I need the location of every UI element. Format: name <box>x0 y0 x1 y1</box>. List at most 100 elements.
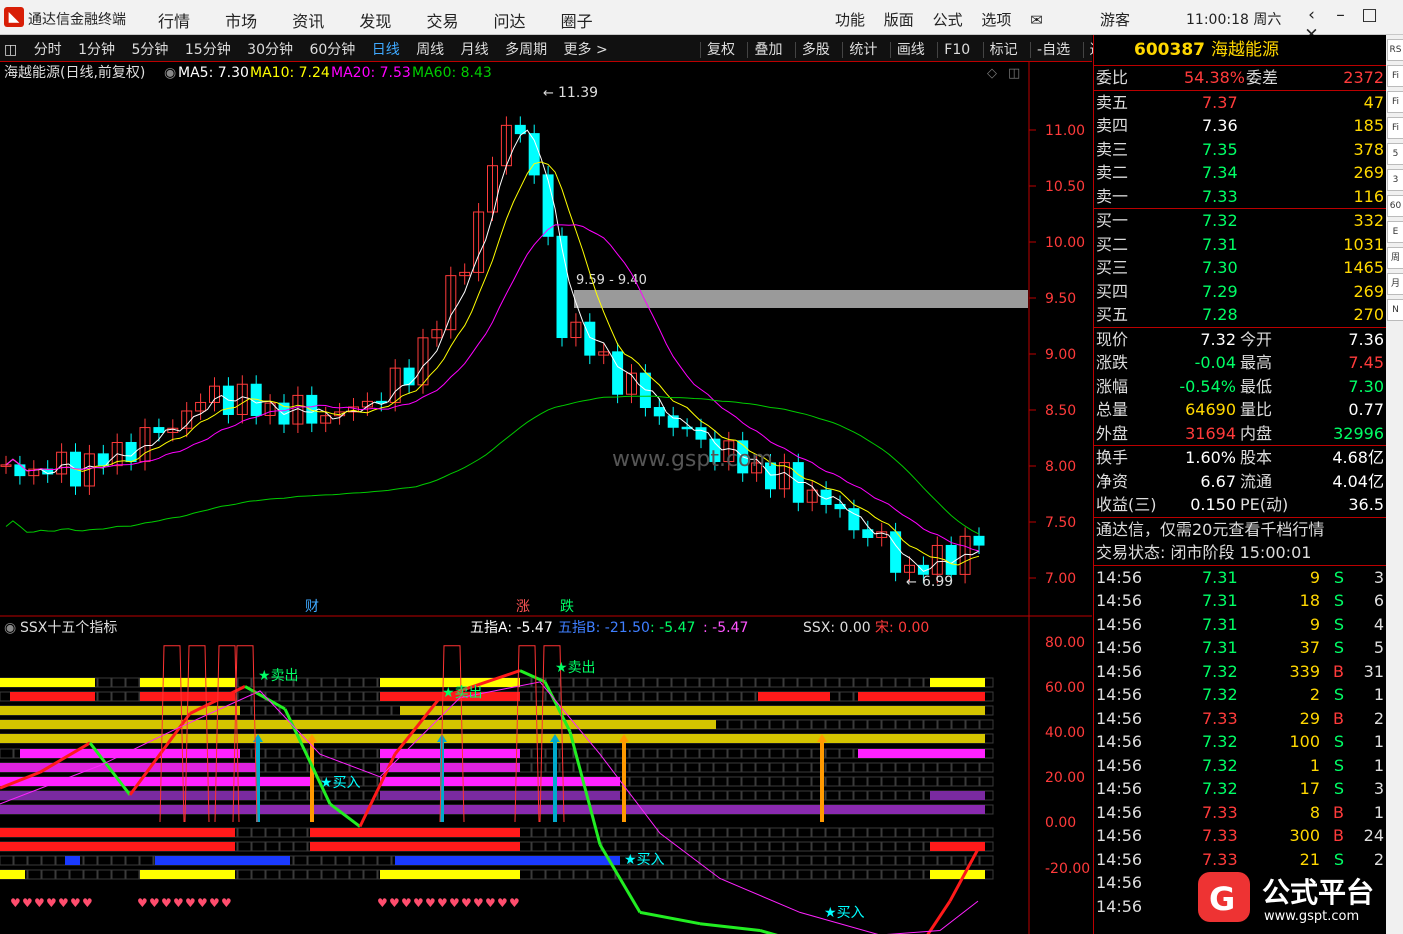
band-segment <box>0 734 985 743</box>
tool-adjust[interactable]: 复权 <box>700 42 735 58</box>
event-down-marker[interactable]: 跌 <box>560 599 574 615</box>
band-segment <box>0 791 260 800</box>
heart-icon: ♥ <box>137 896 148 910</box>
minimize-icon[interactable]: – <box>1326 5 1355 25</box>
period-tab-daily[interactable]: 日线 <box>372 42 400 58</box>
menu-market[interactable]: 市场 <box>225 12 257 31</box>
tick-list[interactable]: 14:56 7.31 9 S 3 14:56 7.31 18 S 6 14:56 7.31 9 S 4 14:… <box>1094 566 1386 919</box>
menu-discover[interactable]: 发现 <box>359 12 391 31</box>
signal-stick <box>553 739 557 822</box>
side-tab[interactable]: 5 <box>1387 143 1403 165</box>
tool-draw[interactable]: 画线 <box>889 42 925 58</box>
site-watermark: G 公式平台 www.gspt.com <box>1198 872 1374 924</box>
main-chart-title: 海越能源(日线,前复权) <box>4 64 145 81</box>
chart-watermark: www.gspt.com <box>612 447 773 472</box>
tool-stats[interactable]: 统计 <box>842 42 878 58</box>
bid-row: 买五 7.28 270 <box>1096 305 1384 324</box>
side-tab[interactable]: RS <box>1387 39 1403 61</box>
panel-icon[interactable]: ◫ <box>1008 66 1020 81</box>
heart-icon: ♥ <box>161 896 172 910</box>
period-tab-multi[interactable]: 多周期 <box>505 42 547 58</box>
band-segment <box>0 842 235 851</box>
menu-functions[interactable]: 功能 <box>835 11 865 29</box>
side-tab[interactable]: Fi <box>1387 117 1403 139</box>
period-tab-more[interactable]: 更多 > <box>564 42 608 58</box>
toggle-panel-icon[interactable]: ◫ <box>4 42 17 58</box>
side-tab[interactable]: E <box>1387 221 1403 243</box>
promo-text[interactable]: 通达信，仅需20元查看千档行情 <box>1094 518 1386 542</box>
band-segment <box>65 856 80 865</box>
side-tab[interactable]: Fi <box>1387 91 1403 113</box>
tick-row: 14:56 7.31 37 S 5 <box>1096 638 1384 657</box>
period-tab-timeshare[interactable]: 分时 <box>34 42 62 58</box>
tool-watchlist[interactable]: -自选 <box>1030 42 1071 58</box>
title-bar: ◣ 通达信金融终端 行情 市场 资讯 发现 交易 问达 圈子 功能 版面 公式 … <box>0 0 1403 45</box>
tool-overlay[interactable]: 叠加 <box>747 42 783 58</box>
bid-row: 买四 7.29 269 <box>1096 281 1384 301</box>
period-tab-monthly[interactable]: 月线 <box>461 42 489 58</box>
side-tab[interactable]: 3 <box>1387 169 1403 191</box>
period-tab-1min[interactable]: 1分钟 <box>78 42 115 58</box>
side-tab[interactable]: 60 <box>1387 195 1403 217</box>
stat-row: 换手 1.60% 股本 4.68亿 <box>1096 448 1384 467</box>
band-segment <box>930 791 985 800</box>
menu-wenda[interactable]: 问达 <box>494 12 526 31</box>
heart-icon: ♥ <box>197 896 208 910</box>
tick-row: 14:56 7.32 339 B 31 <box>1096 661 1384 681</box>
tool-multi-stock[interactable]: 多股 <box>794 42 830 58</box>
menu-circle[interactable]: 圈子 <box>561 12 593 31</box>
period-tab-5min[interactable]: 5分钟 <box>132 42 169 58</box>
guest-login[interactable]: 游客 <box>1100 9 1130 30</box>
ask-row: 卖一 7.33 116 <box>1096 186 1384 206</box>
maximize-icon[interactable]: □ <box>1355 5 1384 25</box>
candle-body <box>945 544 957 575</box>
stat-row: 现价 7.32 今开 7.36 <box>1096 329 1384 349</box>
menu-news[interactable]: 资讯 <box>292 12 324 31</box>
side-tab[interactable]: 周 <box>1387 247 1403 269</box>
candle-body <box>890 531 902 573</box>
period-tab-15min[interactable]: 15分钟 <box>185 42 231 58</box>
low-marker-icon: ← <box>906 575 917 590</box>
menu-quotes[interactable]: 行情 <box>158 12 190 31</box>
sell-signal: ★卖出 <box>442 685 483 701</box>
menu-formula[interactable]: 公式 <box>933 11 963 29</box>
period-tab-60min[interactable]: 60分钟 <box>309 42 355 58</box>
weibi-row: 委比 54.38% 委差 2372 <box>1096 68 1384 87</box>
event-finance-marker[interactable]: 财 <box>305 599 319 615</box>
candle-body <box>153 427 165 433</box>
tool-mark[interactable]: 标记 <box>982 42 1018 58</box>
side-tab[interactable]: 月 <box>1387 273 1403 295</box>
quote-panel: 600387 海越能源 委比 54.38% 委差 2372 卖五 7.37 47 卖四 7… <box>1093 35 1386 934</box>
band-segment <box>155 856 290 865</box>
candle-body <box>653 407 665 417</box>
indicator-toggle-icon[interactable]: ◉ <box>4 620 16 636</box>
stat-row: 净资 6.67 流通 4.04亿 <box>1096 471 1384 491</box>
menu-layout[interactable]: 版面 <box>884 11 914 29</box>
event-up-marker[interactable]: 涨 <box>516 599 530 615</box>
ma-toggle-icon[interactable]: ◉ <box>164 65 176 81</box>
resistance-zone <box>574 290 1028 308</box>
indicator-tick: 0.00 <box>1045 815 1076 831</box>
band-segment <box>0 828 235 837</box>
menu-options[interactable]: 选项 <box>981 11 1011 29</box>
signal-stick <box>310 739 314 822</box>
menu-trade[interactable]: 交易 <box>426 12 458 31</box>
diamond-icon[interactable]: ◇ <box>987 66 997 81</box>
back-icon[interactable]: ‹ <box>1297 5 1326 25</box>
side-tab[interactable]: N <box>1387 299 1403 321</box>
candle-body <box>556 235 568 339</box>
tick-row: 14:56 7.31 9 S 4 <box>1096 614 1384 634</box>
tool-f10[interactable]: F10 <box>937 42 971 58</box>
price-tick: 8.00 <box>1045 459 1076 475</box>
heart-icon: ♥ <box>22 896 33 910</box>
wuzhiA-label: 五指A: -5.47 <box>470 620 553 636</box>
song-label: 宋: 0.00 <box>875 620 929 636</box>
side-tab[interactable]: Fi <box>1387 65 1403 87</box>
period-tab-weekly[interactable]: 周线 <box>416 42 444 58</box>
ask-list: 卖五 7.37 47 卖四 7.36 185 卖三 7.35 378 卖二 7.34 269 卖一 7.3… <box>1094 91 1386 209</box>
kline-chart-area[interactable]: 海越能源(日线,前复权) ◉ MA5: 7.30 MA10: 7.24 MA20… <box>0 62 1092 934</box>
mail-icon[interactable]: ✉ <box>1030 11 1043 29</box>
ask-row: 卖二 7.34 269 <box>1096 163 1384 182</box>
period-tab-30min[interactable]: 30分钟 <box>247 42 293 58</box>
heart-icon: ♥ <box>209 896 220 910</box>
